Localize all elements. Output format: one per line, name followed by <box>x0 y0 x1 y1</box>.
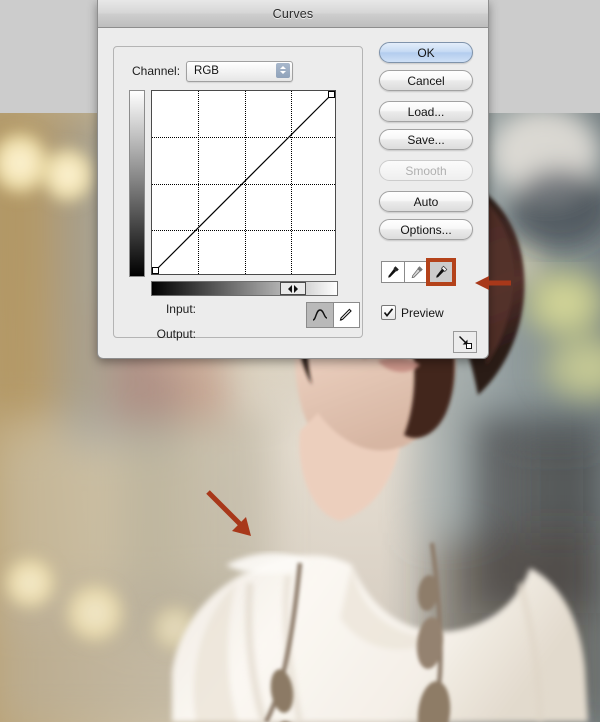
smooth-button: Smooth <box>379 160 473 181</box>
dialog-title: Curves <box>272 6 314 21</box>
cancel-button[interactable]: Cancel <box>379 70 473 91</box>
curve-tool-group <box>306 302 360 328</box>
annotation-arrow-to-shoulder <box>206 490 251 536</box>
white-point-eyedropper-button[interactable] <box>426 258 456 286</box>
checkmark-icon <box>383 308 394 317</box>
save-button[interactable]: Save... <box>379 129 473 150</box>
vertical-gradient-bar <box>129 90 145 277</box>
curve-icon <box>312 309 328 321</box>
curves-dialog[interactable]: Curves Channel: RGB Input: Output: OK Ca… <box>97 0 489 359</box>
eyedropper-group <box>381 258 456 286</box>
channel-row: Channel: RGB <box>128 60 298 82</box>
pencil-icon <box>340 308 353 321</box>
eyedropper-icon <box>435 265 447 278</box>
eyedropper-icon <box>388 266 399 278</box>
options-button[interactable]: Options... <box>379 219 473 240</box>
auto-button[interactable]: Auto <box>379 191 473 212</box>
curve-control-point-white[interactable] <box>328 91 335 98</box>
gray-point-eyedropper-button[interactable] <box>405 261 429 283</box>
annotation-arrow-to-eyedropper <box>475 276 511 290</box>
resize-handle-icon <box>459 335 472 349</box>
dialog-title-bar[interactable]: Curves <box>98 0 488 28</box>
dialog-button-column: OK Cancel Load... Save... Smooth Auto Op… <box>379 42 473 247</box>
resize-grow-box[interactable] <box>453 331 477 353</box>
channel-label: Channel: <box>132 64 181 78</box>
channel-selected-value: RGB <box>194 65 219 77</box>
ok-button[interactable]: OK <box>379 42 473 63</box>
load-button[interactable]: Load... <box>379 101 473 122</box>
channel-select[interactable]: RGB <box>186 60 294 82</box>
horizontal-gradient-bar <box>151 281 338 296</box>
black-point-eyedropper-button[interactable] <box>381 261 405 283</box>
gradient-direction-toggle[interactable] <box>280 282 306 295</box>
preview-label: Preview <box>401 305 444 320</box>
curve-graph[interactable] <box>151 90 336 275</box>
curve-control-point-black[interactable] <box>152 267 159 274</box>
output-label: Output: <box>156 327 196 341</box>
preview-row[interactable]: Preview <box>381 305 444 320</box>
pencil-tool-button[interactable] <box>332 303 359 327</box>
curve-tool-button[interactable] <box>307 303 333 327</box>
dialog-body: Channel: RGB Input: Output: OK Cancel Lo… <box>98 28 488 358</box>
input-label: Input: <box>165 302 196 316</box>
chevron-updown-icon <box>276 62 291 78</box>
eyedropper-icon <box>411 266 423 279</box>
preview-checkbox[interactable] <box>381 305 396 320</box>
tone-curve-line <box>152 91 335 274</box>
